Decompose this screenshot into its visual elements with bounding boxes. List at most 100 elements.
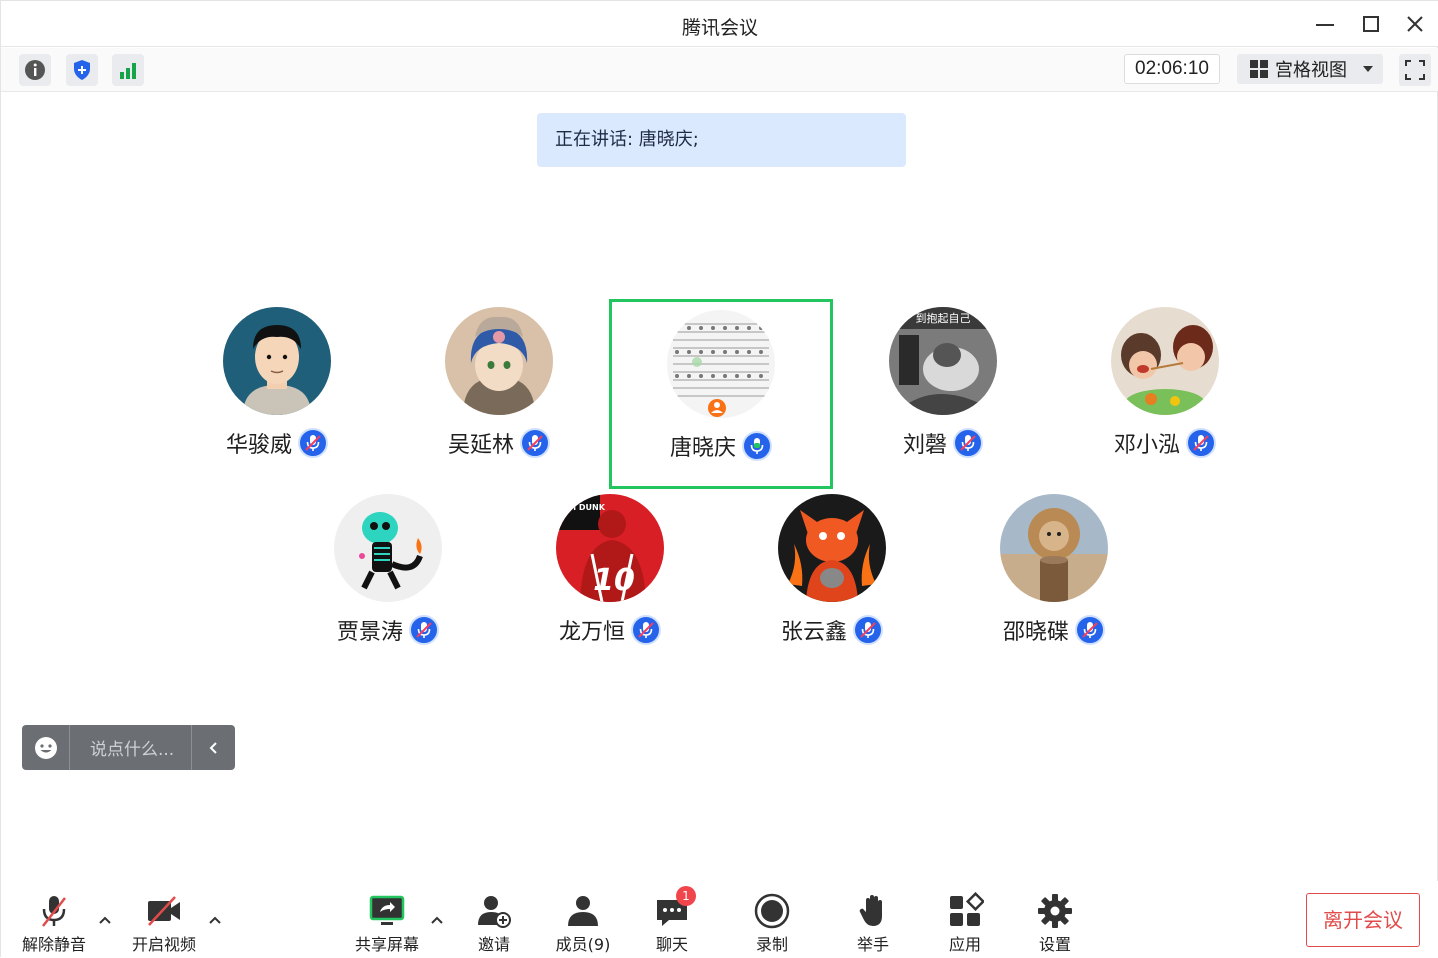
participant-name: 吴延林: [447, 433, 514, 458]
meeting-info-button[interactable]: [19, 54, 51, 86]
avatar: [778, 494, 886, 602]
avatar: [223, 307, 331, 415]
avatar-image: [778, 494, 886, 602]
participant-mic-status: [631, 615, 661, 645]
avatar: [1000, 494, 1108, 602]
record-label: 录制: [755, 935, 788, 954]
share-screen-icon: [369, 895, 405, 925]
avatar-image: 到抱起自己: [889, 307, 997, 415]
mic-muted-icon: [638, 622, 654, 638]
chat-unread-badge: 1: [676, 886, 696, 906]
mic-muted-icon: [860, 622, 876, 638]
avatar-image: [223, 307, 331, 415]
record-icon: [754, 893, 790, 929]
participant-name: 华骏威: [225, 433, 292, 458]
avatar: [667, 310, 775, 418]
apps-label: 应用: [948, 935, 981, 954]
unmute-button[interactable]: 解除静音: [14, 889, 94, 954]
participant-tile[interactable]: 吴延林: [387, 299, 611, 489]
avatar-image: SLAM DUNK 10: [556, 494, 664, 602]
participant-name-row: 刘磬: [831, 427, 1055, 459]
speaking-indicator: 正在讲话: 唐晓庆;: [537, 113, 906, 167]
view-mode-dropdown[interactable]: 宫格视图: [1237, 54, 1383, 84]
fullscreen-button[interactable]: [1399, 54, 1431, 86]
participant-tile[interactable]: SLAM DUNK 10 龙万恒: [498, 486, 722, 676]
participant-name: 邵晓碟: [1002, 620, 1069, 645]
grid-view-icon: [1250, 60, 1268, 78]
participant-name-row: 邵晓碟: [942, 614, 1166, 646]
close-button[interactable]: [1402, 11, 1428, 37]
apps-icon: [950, 892, 984, 926]
leave-meeting-button[interactable]: 离开会议: [1306, 893, 1420, 947]
participant-tile[interactable]: 到抱起自己 刘磬: [831, 299, 1055, 489]
participant-tile[interactable]: 张云鑫: [720, 486, 944, 676]
participant-name: 贾景涛: [336, 620, 403, 645]
meeting-window: 腾讯会议 02:06:10 宫格视图 正在讲话: 唐晓庆; 华骏威 吴延林 唐晓…: [0, 0, 1438, 958]
avatar-image: [667, 310, 775, 418]
bottom-control-bar: 解除静音 开启视频 共享屏幕 邀请 成员(9) 1 聊天 录制 举手 应用 设置: [1, 881, 1438, 958]
participant-name-row: 唐晓庆: [612, 430, 830, 462]
avatar: [445, 307, 553, 415]
avatar: [1111, 307, 1219, 415]
share-screen-label: 共享屏幕: [354, 935, 419, 954]
close-icon: [1407, 16, 1423, 32]
participant-mic-status: [1186, 428, 1216, 458]
audio-options-chevron-icon[interactable]: [96, 911, 114, 929]
info-icon: [25, 60, 45, 80]
participant-tile[interactable]: 邵晓碟: [942, 486, 1166, 676]
avatar: [334, 494, 442, 602]
svg-text:10: 10: [593, 563, 635, 598]
fullscreen-icon: [1405, 60, 1425, 80]
mic-muted-icon: [305, 435, 321, 451]
mic-muted-icon: [527, 435, 543, 451]
participant-tile[interactable]: 华骏威: [165, 299, 389, 489]
video-options-chevron-icon[interactable]: [206, 911, 224, 929]
add-user-icon: [478, 896, 511, 928]
avatar-image: [445, 307, 553, 415]
invite-button[interactable]: 邀请: [454, 889, 534, 954]
chat-input[interactable]: 说点什么...: [70, 735, 191, 760]
raise-hand-label: 举手: [856, 935, 889, 954]
participant-name: 唐晓庆: [669, 436, 736, 461]
share-screen-button[interactable]: 共享屏幕: [347, 889, 427, 954]
mic-muted-icon: [416, 622, 432, 638]
maximize-button[interactable]: [1358, 11, 1384, 37]
shield-icon: [74, 60, 90, 80]
settings-button[interactable]: 设置: [1015, 889, 1095, 954]
avatar-image: [1000, 494, 1108, 602]
participant-name-row: 龙万恒: [498, 614, 722, 646]
emoji-button[interactable]: [22, 725, 70, 770]
avatar-image: [334, 494, 442, 602]
chat-button[interactable]: 1 聊天: [632, 886, 712, 954]
network-signal-button[interactable]: [112, 54, 144, 86]
participant-tile[interactable]: 贾景涛: [276, 486, 500, 676]
participant-tile[interactable]: 唐晓庆: [609, 299, 833, 489]
apps-button[interactable]: 应用: [925, 889, 1005, 954]
meeting-timer: 02:06:10: [1124, 54, 1220, 84]
members-button[interactable]: 成员(9): [543, 889, 623, 954]
camera-off-icon: [148, 896, 180, 926]
signal-icon: [120, 63, 136, 79]
quick-chat-bar[interactable]: 说点什么...: [22, 725, 235, 770]
gear-icon: [1038, 894, 1072, 928]
participant-tile[interactable]: 邓小泓: [1053, 299, 1277, 489]
participant-mic-status: [1075, 615, 1105, 645]
participant-mic-status: [953, 428, 983, 458]
mic-muted-icon: [1082, 622, 1098, 638]
participant-name: 邓小泓: [1113, 433, 1180, 458]
avatar-caption: SLAM DUNK: [556, 503, 606, 512]
avatar-image: [1111, 307, 1219, 415]
participant-mic-status: [298, 428, 328, 458]
raise-hand-button[interactable]: 举手: [833, 889, 913, 954]
participant-name-row: 贾景涛: [276, 614, 500, 646]
avatar: SLAM DUNK 10: [556, 494, 664, 602]
minimize-button[interactable]: [1312, 11, 1338, 37]
record-button[interactable]: 录制: [732, 889, 812, 954]
participant-name: 刘磬: [902, 433, 947, 458]
share-options-chevron-icon[interactable]: [428, 911, 446, 929]
participant-name-row: 张云鑫: [720, 614, 944, 646]
security-button[interactable]: [66, 54, 98, 86]
collapse-chat-button[interactable]: [191, 725, 235, 770]
start-video-button[interactable]: 开启视频: [124, 889, 204, 954]
mic-muted-icon: [1193, 435, 1209, 451]
